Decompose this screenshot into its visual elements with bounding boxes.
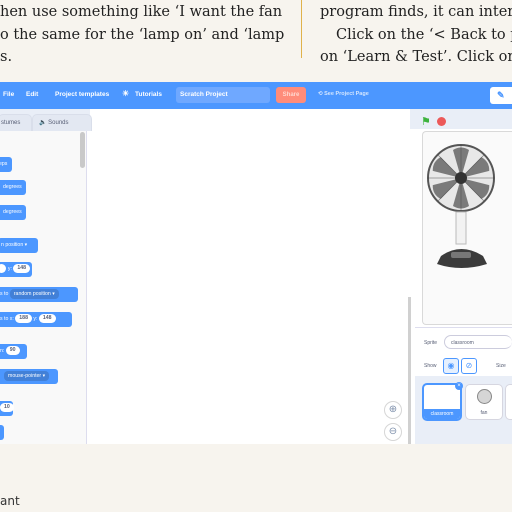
palette-scrollbar[interactable] — [80, 132, 85, 168]
motion-block[interactable]: eps — [0, 157, 12, 172]
block-input[interactable]: 148 — [38, 314, 56, 324]
block-dropdown[interactable]: random position ▾ — [9, 288, 59, 299]
sprite-label: Sprite — [424, 340, 438, 346]
block-palette: eps degrees degrees n position ▾ y: 148 … — [0, 131, 87, 444]
book-text-right-3: on ‘Learn & Test’. Click on t — [320, 49, 512, 65]
fan-sprite-icon — [427, 144, 495, 268]
menu-file[interactable]: File — [3, 91, 14, 98]
block-dropdown-label: random position — [13, 290, 51, 297]
motion-block[interactable]: n: 90 — [0, 344, 27, 359]
share-button[interactable]: Share — [276, 87, 306, 103]
menu-tutorials[interactable]: Tutorials — [135, 91, 162, 98]
see-project-page-link[interactable]: ⟲ See Project Page — [318, 91, 369, 97]
sprite-thumb-fan[interactable]: fan — [465, 384, 503, 420]
motion-block[interactable]: degrees — [0, 205, 26, 220]
motion-block[interactable]: mouse-pointer ▾ — [0, 369, 58, 384]
motion-block[interactable]: n position ▾ — [0, 238, 38, 253]
block-text: eps — [0, 161, 8, 167]
chevron-down-icon: ▾ — [42, 372, 46, 379]
menu-edit[interactable]: Edit — [26, 91, 38, 98]
block-input[interactable]: 188 — [15, 314, 32, 324]
tab-costumes[interactable]: stumes — [0, 114, 32, 132]
book-text-left-1: hen use something like ‘I want the fan — [0, 4, 283, 20]
stage[interactable] — [422, 131, 512, 325]
delete-sprite-icon[interactable]: × — [455, 382, 463, 390]
book-text-left-2: o the same for the ‘lamp on’ and ‘lamp — [0, 27, 285, 43]
book-text-right-1: program finds, it can interp — [320, 4, 512, 20]
menu-bar: File Edit Project templates ☀ Tutorials … — [0, 82, 512, 109]
size-label: Size — [496, 363, 506, 369]
chevron-down-icon: ▾ — [24, 242, 28, 248]
scratch-editor: File Edit Project templates ☀ Tutorials … — [0, 82, 512, 444]
stop-icon[interactable] — [437, 117, 446, 126]
edit-icon[interactable]: ✎ — [490, 87, 512, 104]
script-area[interactable] — [87, 131, 410, 444]
sounds-icon: 🔈 — [39, 120, 47, 126]
motion-block[interactable] — [0, 425, 4, 440]
motion-block[interactable]: s to random position ▾ — [0, 287, 78, 302]
block-dropdown[interactable]: mouse-pointer ▾ — [4, 370, 50, 381]
block-text: y: — [33, 316, 38, 322]
block-text: degrees — [3, 209, 22, 215]
green-flag-icon[interactable]: ⚑ — [421, 115, 431, 128]
sprite-thumb-label: classroom — [424, 409, 460, 419]
book-text-right-2: Click on the ‘< Back to pro — [336, 27, 512, 43]
hide-eye-icon[interactable]: ⊘ — [461, 358, 477, 374]
editor-tabs: stumes 🔈 Sounds — [0, 109, 92, 132]
block-dropdown-label: mouse-pointer — [8, 372, 42, 379]
block-input[interactable] — [0, 264, 7, 274]
menu-project-templates[interactable]: Project templates — [55, 91, 109, 98]
block-text: n position — [1, 242, 24, 248]
block-text: y: — [7, 266, 12, 272]
book-footer-text: ant — [0, 494, 20, 508]
zoom-in-icon[interactable]: ⊕ — [384, 401, 402, 419]
sprite-thumb-classroom[interactable]: × classroom — [422, 382, 463, 421]
script-scrollbar[interactable] — [408, 297, 411, 444]
fan-sprite-icon — [477, 389, 492, 404]
motion-block[interactable]: s to x: 188 y: 148 — [0, 312, 72, 327]
block-text: n: — [0, 348, 5, 354]
block-input[interactable]: 90 — [5, 346, 20, 356]
tab-sounds[interactable]: 🔈 Sounds — [32, 114, 92, 132]
block-input[interactable]: 10 — [0, 403, 14, 413]
sprite-thumb-label: fan — [480, 410, 488, 416]
show-eye-icon[interactable]: ◉ — [443, 358, 459, 374]
block-text: degrees — [3, 184, 22, 190]
motion-block[interactable]: 10 — [0, 401, 14, 416]
tutorials-bulb-icon[interactable]: ☀ — [122, 89, 129, 98]
tab-sounds-label: Sounds — [48, 120, 69, 126]
book-text-left-3: s. — [0, 49, 13, 65]
block-text: s to x: — [0, 316, 14, 322]
see-project-page-label: See Project Page — [324, 91, 369, 97]
motion-block[interactable]: degrees — [0, 180, 26, 195]
block-text: s to — [0, 291, 9, 297]
block-input[interactable]: 148 — [13, 264, 31, 274]
sprite-name-input[interactable]: classroom — [444, 335, 512, 349]
chevron-down-icon: ▾ — [52, 290, 55, 297]
motion-block[interactable]: y: 148 — [0, 262, 32, 277]
project-title-input[interactable]: Scratch Project — [176, 87, 270, 103]
sprite-thumb-partial[interactable] — [505, 384, 512, 420]
column-divider — [301, 0, 302, 58]
show-label: Show — [424, 363, 437, 369]
zoom-out-icon[interactable]: ⊖ — [384, 423, 402, 441]
